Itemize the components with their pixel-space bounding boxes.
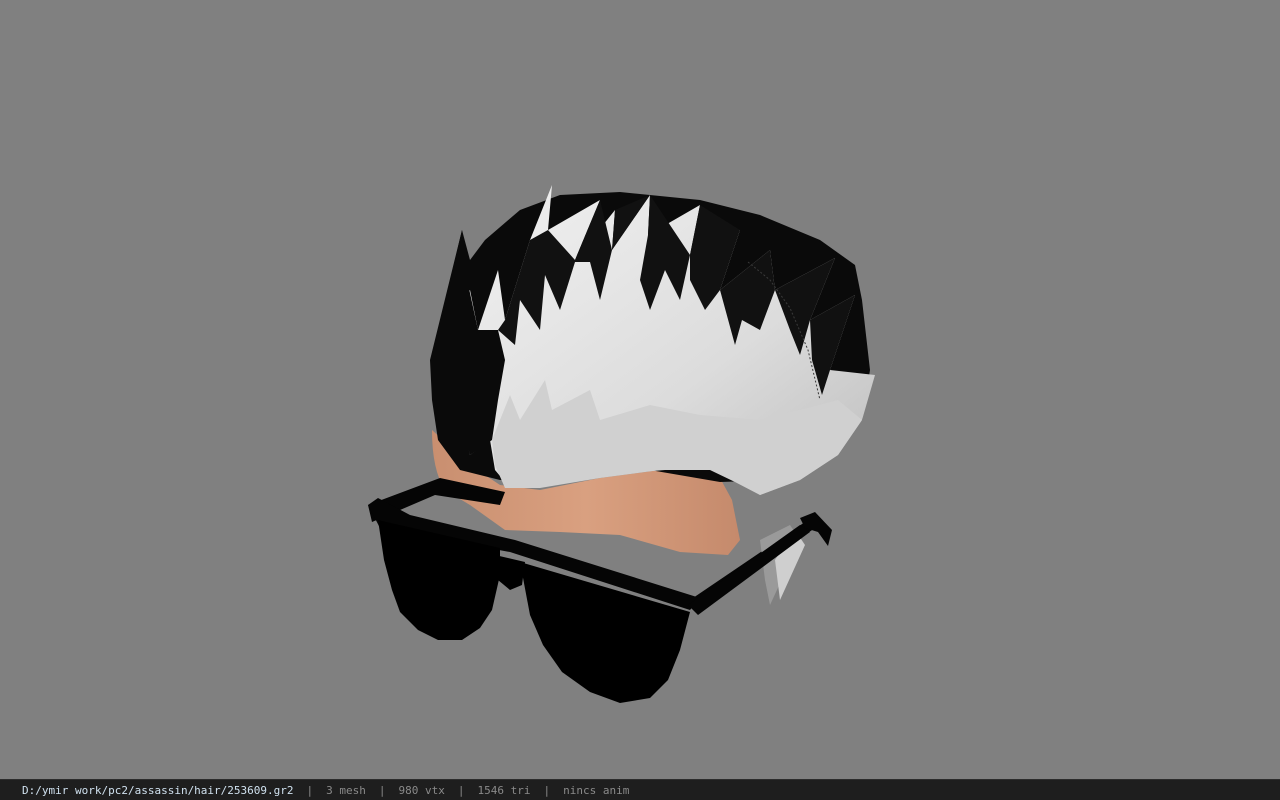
status-separator: |	[457, 783, 465, 797]
status-separator: |	[543, 783, 551, 797]
3d-viewport[interactable]	[0, 0, 1280, 779]
triangle-count-label: 1546 tri	[477, 783, 531, 797]
animation-status-label: nincs anim	[563, 783, 630, 797]
status-separator: |	[378, 783, 386, 797]
status-bar: D:/ymir work/pc2/assassin/hair/253609.gr…	[0, 779, 1280, 800]
status-separator: |	[306, 783, 314, 797]
vertex-count-label: 980 vtx	[398, 783, 445, 797]
hair-model-render	[368, 185, 875, 703]
file-path-label: D:/ymir work/pc2/assassin/hair/253609.gr…	[22, 783, 294, 797]
mesh-count-label: 3 mesh	[326, 783, 366, 797]
